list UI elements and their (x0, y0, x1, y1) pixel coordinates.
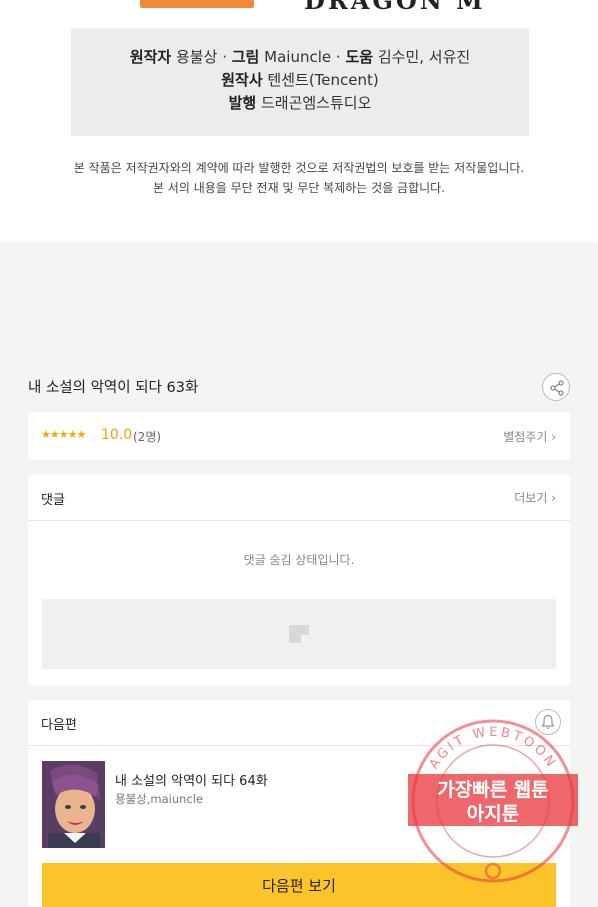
share-button[interactable] (542, 373, 570, 401)
comments-more-link[interactable]: 더보기 › (514, 489, 556, 506)
publisher-logo-left: · · · · · · · · · · · (140, 0, 256, 24)
assist-label: 도움 (345, 48, 374, 66)
stamp-line-2: 아지툰 (467, 803, 519, 825)
watermark-stamp: AGIT WEBTOON 가장빠른 웹툰 아지툰 (408, 719, 578, 883)
publisher-label: 발행 (228, 94, 257, 112)
logo-sub-mark: · · · · · · · · · · · (148, 1, 210, 8)
dragon-m-logo: DRAGON M (304, 0, 486, 15)
separator: · (222, 48, 227, 66)
comments-hidden-notice: 댓글 숨김 상태입니다. (243, 553, 355, 567)
next-header: 다음편 (41, 718, 77, 733)
stamp-arc-text: AGIT WEBTOON (427, 725, 557, 772)
divider (28, 520, 570, 521)
publisher-name: 드래곤엠스튜디오 (260, 94, 372, 112)
comments-card: 댓글 더보기 › 댓글 숨김 상태입니다. (28, 475, 570, 685)
next-episode-title[interactable]: 내 소설의 악역이 되다 64화 (115, 770, 268, 789)
author-label: 원작자 (129, 48, 172, 66)
origin-label: 원작사 (221, 71, 263, 89)
rate-link[interactable]: 별점주기 › (503, 428, 556, 445)
rating-count: (2명) (133, 430, 162, 444)
rating-score: 10.0 (101, 427, 133, 443)
origin-name: 텐센트(Tencent) (267, 71, 379, 89)
episode-title: 내 소설의 악역이 되다 63화 (28, 380, 199, 396)
stamp-g-icon (484, 862, 502, 880)
stamp-line-1: 가장빠른 웹툰 (437, 779, 549, 801)
credits-line-1: 원작자 용불상 · 그림 Maiuncle · 도움 김수민, 서유진 (71, 46, 529, 69)
star-rating-icons: ★★★★★ (41, 428, 86, 441)
comment-input-placeholder[interactable] (42, 599, 556, 669)
next-episode-thumbnail[interactable] (42, 761, 105, 848)
placeholder-icon (289, 625, 309, 643)
share-icon (550, 380, 564, 396)
notice-line-1: 본 작품은 저작권자와의 계약에 따라 발행한 것으로 저작권법의 보호를 받는… (73, 161, 525, 175)
character-thumbnail-image (42, 761, 105, 848)
rating-card: ★★★★★ 10.0 (2명) 별점주기 › (28, 412, 570, 460)
assist-name: 김수민, 서유진 (377, 48, 471, 66)
credits-line-2: 원작사 텐센트(Tencent) (71, 69, 529, 92)
separator: · (335, 48, 341, 66)
notice-line-2: 본 서의 내용을 무단 전재 및 무단 복제하는 것을 금합니다. (152, 181, 446, 195)
art-name: Maiuncle (264, 48, 332, 66)
art-label: 그림 (231, 48, 260, 66)
comments-header: 댓글 (41, 493, 65, 508)
copyright-notice: 본 작품은 저작권자와의 계약에 따라 발행한 것으로 저작권법의 보호를 받는… (0, 158, 598, 198)
svg-text:AGIT WEBTOON: AGIT WEBTOON (427, 725, 560, 772)
next-episode-authors: 용불상,maiuncle (115, 792, 204, 806)
credits-box: 원작자 용불상 · 그림 Maiuncle · 도움 김수민, 서유진 원작사 … (71, 28, 529, 136)
credits-section: · · · · · · · · · · · DRAGON M 원작자 용불상 ·… (0, 0, 598, 242)
credits-line-3: 발행 드래곤엠스튜디오 (71, 92, 529, 115)
author-name: 용불상 (176, 48, 218, 66)
